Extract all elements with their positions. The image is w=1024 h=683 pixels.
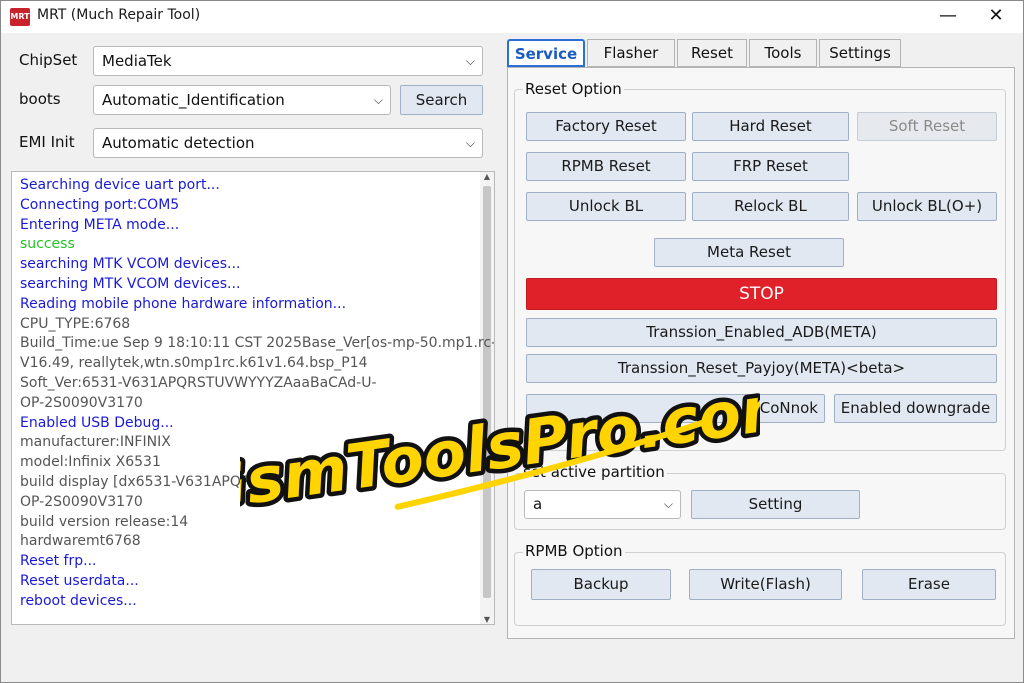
- partially-hidden-button[interactable]: CoNnok: [526, 394, 825, 423]
- rpmb-erase-button[interactable]: Erase: [862, 569, 996, 600]
- scroll-down-icon[interactable]: ▼: [482, 615, 492, 624]
- log-line: V16.49, reallytek,wtn.s0mp1rc.k61v1.64.b…: [20, 355, 368, 372]
- emi-init-value: Automatic detection: [102, 134, 255, 152]
- log-output[interactable]: ▲ ▼ Searching device uart port... Connect…: [11, 171, 495, 625]
- chevron-down-icon: ⌵: [465, 54, 475, 68]
- log-line: Reset userdata...: [20, 573, 139, 589]
- log-line: Entering META mode...: [20, 216, 180, 233]
- minimize-button[interactable]: —: [925, 1, 971, 33]
- tab-flasher[interactable]: Flasher: [587, 39, 675, 67]
- emi-init-label: EMI Init: [19, 133, 75, 151]
- title-bar: MRT MRT (Much Repair Tool) — ✕: [1, 1, 1023, 33]
- window-title: MRT (Much Repair Tool): [37, 7, 201, 23]
- log-line: manufacturer:INFINIX: [20, 434, 171, 451]
- partition-setting-button[interactable]: Setting: [691, 490, 860, 519]
- chevron-down-icon: ⌵: [373, 93, 383, 107]
- scroll-up-icon[interactable]: ▲: [482, 172, 492, 181]
- rpmb-backup-button[interactable]: Backup: [531, 569, 671, 600]
- chipset-label: ChipSet: [19, 51, 78, 69]
- log-line: OP-2S0090V3170: [20, 493, 143, 510]
- app-window: MRT MRT (Much Repair Tool) — ✕ ChipSet M…: [0, 0, 1024, 683]
- hard-reset-button[interactable]: Hard Reset: [692, 112, 849, 141]
- log-line: Searching device uart port...: [20, 177, 220, 193]
- partition-value: a: [533, 495, 543, 513]
- log-line: Connecting port:COM5: [20, 196, 180, 213]
- stop-button[interactable]: STOP: [526, 278, 997, 310]
- log-line: Reset frp...: [20, 553, 97, 570]
- log-line: success: [20, 236, 75, 253]
- factory-reset-button[interactable]: Factory Reset: [526, 112, 686, 141]
- active-partition-title: set active partition: [521, 463, 667, 481]
- unlock-bl-button[interactable]: Unlock BL: [526, 192, 686, 221]
- chevron-down-icon: ⌵: [663, 497, 673, 511]
- log-line: Enabled USB Debug...: [20, 414, 174, 431]
- log-scrollbar[interactable]: ▲ ▼: [480, 172, 494, 624]
- enabled-downgrade-button[interactable]: Enabled downgrade: [834, 394, 997, 423]
- transsion-reset-payjoy-button[interactable]: Transsion_Reset_Payjoy(META)<beta>: [526, 354, 997, 383]
- tab-reset[interactable]: Reset: [677, 39, 747, 67]
- reset-option-title: Reset Option: [523, 80, 624, 98]
- chipset-select[interactable]: MediaTek ⌵: [93, 46, 483, 76]
- boots-label: boots: [19, 90, 61, 108]
- tab-service[interactable]: Service: [507, 39, 585, 67]
- log-line: model:Infinix X6531: [20, 454, 161, 471]
- log-line: CPU_TYPE:6768: [20, 315, 131, 332]
- log-line: reboot devices...: [20, 592, 137, 609]
- boots-value: Automatic_Identification: [102, 91, 285, 109]
- log-line: OP-2S0090V3170: [20, 394, 143, 411]
- app-logo-icon: MRT: [10, 8, 30, 26]
- tab-settings[interactable]: Settings: [819, 39, 901, 67]
- frp-reset-button[interactable]: FRP Reset: [692, 152, 849, 181]
- emi-init-select[interactable]: Automatic detection ⌵: [93, 128, 483, 158]
- log-line: Build_Time:ue Sep 9 18:10:11 CST 2025Bas…: [20, 335, 495, 352]
- chevron-down-icon: ⌵: [465, 136, 475, 150]
- log-line: searching MTK VCOM devices...: [20, 256, 241, 273]
- unlock-bl-oplus-button[interactable]: Unlock BL(O+): [857, 192, 997, 221]
- meta-reset-button[interactable]: Meta Reset: [654, 238, 844, 267]
- log-line: build version release:14: [20, 513, 189, 530]
- log-line: hardwaremt6768: [20, 533, 141, 550]
- log-line: build display [dx6531-V631APQRS: [20, 474, 260, 490]
- close-button[interactable]: ✕: [973, 1, 1019, 33]
- rpmb-option-title: RPMB Option: [523, 542, 625, 560]
- log-line: Reading mobile phone hardware informatio…: [20, 295, 347, 312]
- log-scrollbar-thumb[interactable]: [483, 186, 491, 598]
- tab-tools[interactable]: Tools: [749, 39, 817, 67]
- rpmb-write-button[interactable]: Write(Flash): [689, 569, 842, 600]
- chipset-value: MediaTek: [102, 52, 172, 70]
- search-button[interactable]: Search: [400, 85, 483, 115]
- log-line: searching MTK VCOM devices...: [20, 276, 241, 292]
- partition-select[interactable]: a ⌵: [524, 490, 681, 519]
- relock-bl-button[interactable]: Relock BL: [692, 192, 849, 221]
- boots-select[interactable]: Automatic_Identification ⌵: [93, 85, 391, 115]
- log-line: Soft_Ver:6531-V631APQRSTUVWYYYZAaaBaCAd-…: [20, 375, 377, 391]
- transsion-enable-adb-button[interactable]: Transsion_Enabled_ADB(META): [526, 318, 997, 347]
- rpmb-reset-button[interactable]: RPMB Reset: [526, 152, 686, 181]
- soft-reset-button[interactable]: Soft Reset: [857, 112, 997, 141]
